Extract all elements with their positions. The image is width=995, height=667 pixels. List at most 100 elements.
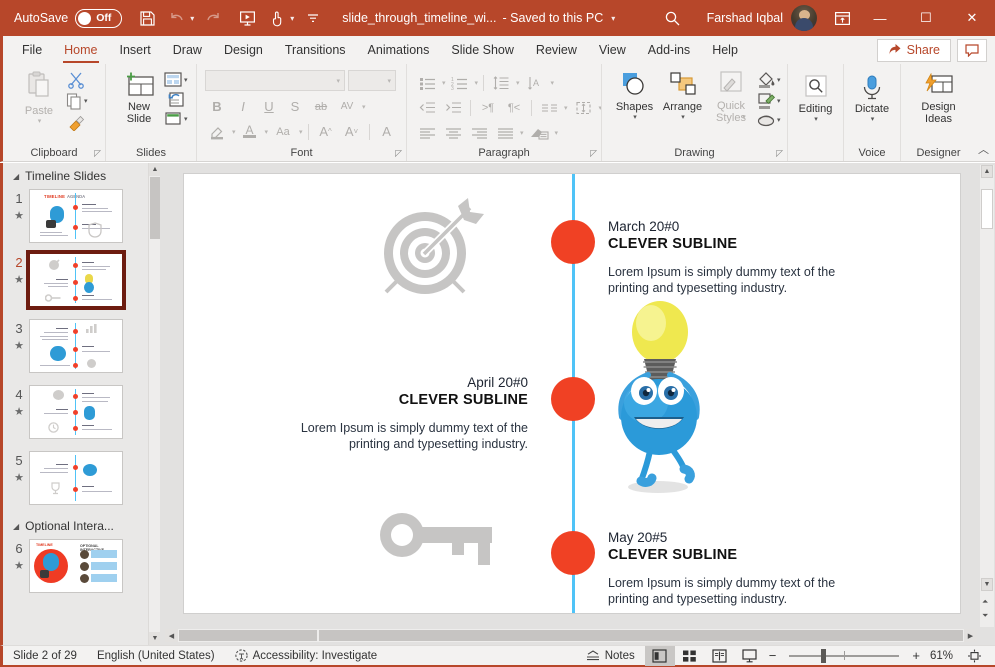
section-caret[interactable]: ▾ bbox=[184, 115, 188, 123]
font-name-caret[interactable]: ▾ bbox=[336, 77, 340, 85]
arrange-caret[interactable]: ▾ bbox=[681, 113, 685, 121]
minimize-button[interactable]: — bbox=[857, 0, 903, 36]
accessibility-status[interactable]: Accessibility: Investigate bbox=[225, 649, 388, 662]
tab-help[interactable]: Help bbox=[701, 36, 749, 64]
zoom-slider-handle[interactable] bbox=[821, 648, 827, 663]
zoom-slider[interactable] bbox=[789, 648, 900, 663]
next-slide-icon[interactable]: ⏷ bbox=[982, 611, 988, 621]
normal-view-icon[interactable] bbox=[644, 645, 675, 666]
ribbon-display-options-icon[interactable] bbox=[827, 3, 857, 33]
slide-thumbnail-3[interactable] bbox=[29, 319, 123, 373]
editing-button[interactable]: Editing ▾ bbox=[794, 72, 837, 123]
right-to-left-icon[interactable]: >¶ bbox=[476, 96, 500, 119]
scroll-up-icon[interactable]: ▲ bbox=[981, 165, 993, 178]
decrease-indent-icon[interactable] bbox=[415, 96, 439, 119]
cut-scissors-icon[interactable] bbox=[65, 70, 88, 90]
font-size-input[interactable]: ▾ bbox=[348, 70, 396, 91]
hscroll-thumb[interactable] bbox=[319, 630, 963, 641]
timeline-dot-1[interactable] bbox=[551, 220, 595, 264]
italic-button[interactable]: I bbox=[231, 95, 255, 118]
character-spacing-button[interactable]: AV bbox=[335, 95, 359, 118]
timeline-dot-3[interactable] bbox=[551, 531, 595, 575]
paragraph-dialog-launcher[interactable]: ◸ bbox=[590, 148, 597, 159]
share-button[interactable]: Share bbox=[876, 38, 951, 62]
numbering-icon[interactable]: 123 bbox=[448, 71, 472, 94]
thumbnail-row-3[interactable]: 3 ★ bbox=[3, 311, 160, 377]
section-header-optional-interactive[interactable]: ◢ Optional Intera... bbox=[3, 509, 160, 537]
tab-add-ins[interactable]: Add-ins bbox=[637, 36, 701, 64]
shapes-button[interactable]: Shapes ▾ bbox=[612, 68, 657, 121]
redo-icon[interactable] bbox=[198, 3, 228, 33]
dictate-button[interactable]: Dictate ▾ bbox=[850, 72, 894, 123]
autosave-toggle[interactable]: Off bbox=[75, 8, 123, 28]
paste-button[interactable]: Paste ▾ bbox=[13, 68, 65, 125]
zoom-out-button[interactable]: − bbox=[765, 648, 781, 663]
scroll-right-icon[interactable]: ▶ bbox=[964, 629, 977, 642]
text-shadow-button[interactable]: S bbox=[283, 95, 307, 118]
text-highlight-color-icon[interactable] bbox=[205, 120, 229, 143]
clear-formatting-icon[interactable]: A bbox=[375, 120, 399, 143]
thumbnail-row-2[interactable]: 2 ★ bbox=[3, 247, 160, 311]
shape-effects-caret[interactable]: ▾ bbox=[777, 116, 781, 124]
section-header-timeline-slides[interactable]: ◢ Timeline Slides bbox=[3, 163, 160, 187]
thumbnail-row-6[interactable]: 6 ★ TIMELINE OPTIONAL INTERACTIVE bbox=[3, 537, 160, 597]
thumbnail-row-1[interactable]: 1 ★ TIMELINE AGENDA bbox=[3, 187, 160, 247]
font-size-caret[interactable]: ▾ bbox=[387, 77, 391, 85]
timeline-event-3[interactable]: May 20#5 CLEVER SUBLINE Lorem Ipsum is s… bbox=[608, 529, 858, 607]
slide-thumbnail-4[interactable] bbox=[29, 385, 123, 439]
timeline-dot-2[interactable] bbox=[551, 377, 595, 421]
line-spacing-icon[interactable] bbox=[489, 71, 513, 94]
slide-thumbnail-2[interactable] bbox=[26, 250, 126, 310]
current-slide-canvas[interactable]: March 20#0 CLEVER SUBLINE Lorem Ipsum is… bbox=[183, 173, 961, 614]
font-color-icon[interactable]: A bbox=[238, 120, 262, 143]
target-with-arrow-icon[interactable] bbox=[372, 196, 492, 306]
reading-view-icon[interactable] bbox=[705, 646, 735, 666]
quick-styles-button[interactable]: Quick Styles ▾ bbox=[708, 68, 754, 124]
bullets-caret[interactable]: ▾ bbox=[442, 79, 446, 87]
thumbnail-scroll-thumb[interactable] bbox=[150, 177, 160, 239]
tab-design[interactable]: Design bbox=[213, 36, 274, 64]
slide-sorter-icon[interactable] bbox=[675, 646, 705, 666]
fit-slide-to-window-icon[interactable] bbox=[959, 646, 989, 666]
copy-dropdown-caret[interactable]: ▾ bbox=[84, 97, 88, 105]
tab-view[interactable]: View bbox=[588, 36, 637, 64]
section-collapse-icon[interactable]: ◢ bbox=[13, 172, 19, 181]
tab-slide-show[interactable]: Slide Show bbox=[440, 36, 525, 64]
shape-fill-icon[interactable] bbox=[756, 70, 776, 89]
text-direction-caret[interactable]: ▾ bbox=[551, 79, 555, 87]
thumbnail-panel-scrollbar[interactable]: ▲ ▼ bbox=[148, 163, 160, 645]
saved-state[interactable]: - Saved to this PC bbox=[502, 11, 603, 25]
scroll-left-icon[interactable]: ◀ bbox=[165, 629, 178, 642]
customize-quick-access-icon[interactable] bbox=[298, 3, 328, 33]
user-name[interactable]: Farshad Iqbal bbox=[707, 11, 783, 25]
save-icon[interactable] bbox=[132, 3, 162, 33]
comments-button[interactable] bbox=[957, 38, 987, 62]
font-color-caret[interactable]: ▾ bbox=[265, 128, 269, 136]
columns-icon[interactable] bbox=[537, 96, 561, 119]
lightbulb-character-icon[interactable] bbox=[596, 299, 714, 499]
text-highlight-caret[interactable]: ▾ bbox=[232, 128, 236, 136]
new-slide-button[interactable]: New Slide bbox=[115, 68, 163, 125]
reset-slide-icon[interactable] bbox=[163, 91, 188, 108]
decrease-font-size-button[interactable]: A ˅ bbox=[340, 120, 364, 143]
avatar[interactable] bbox=[791, 5, 817, 31]
shape-effects-icon[interactable] bbox=[756, 112, 776, 128]
justify-caret[interactable]: ▾ bbox=[520, 129, 524, 137]
change-case-caret[interactable]: ▾ bbox=[299, 128, 303, 136]
bullets-icon[interactable] bbox=[415, 71, 439, 94]
maximize-button[interactable]: ☐ bbox=[903, 0, 949, 36]
hscroll-left-track[interactable] bbox=[179, 630, 317, 641]
justify-icon[interactable] bbox=[493, 121, 517, 144]
slideshow-view-icon[interactable] bbox=[735, 646, 765, 666]
slide-layout-icon[interactable] bbox=[163, 71, 183, 88]
slide-layout-caret[interactable]: ▾ bbox=[184, 76, 188, 84]
design-ideas-button[interactable]: Design Ideas bbox=[910, 70, 968, 125]
vscroll-thumb[interactable] bbox=[981, 189, 993, 229]
font-name-input[interactable]: ▾ bbox=[205, 70, 345, 91]
numbering-caret[interactable]: ▾ bbox=[475, 79, 479, 87]
key-icon[interactable] bbox=[374, 509, 496, 571]
drawing-dialog-launcher[interactable]: ◸ bbox=[776, 148, 783, 159]
editing-caret[interactable]: ▾ bbox=[814, 115, 818, 123]
shape-fill-caret[interactable]: ▾ bbox=[777, 76, 781, 84]
copy-icon[interactable] bbox=[65, 92, 83, 110]
